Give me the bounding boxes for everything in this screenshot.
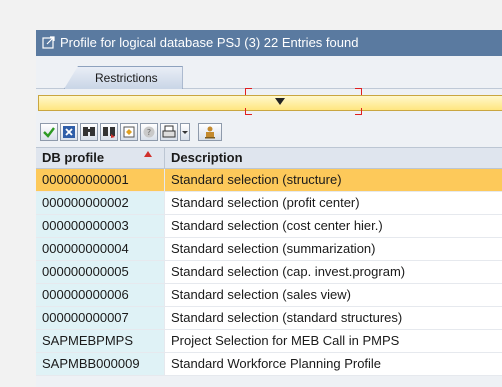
column-header-label: DB profile [42,150,105,165]
focus-corner-bottom-right [355,108,362,115]
find-icon[interactable] [80,123,98,141]
db-profile-cell: 000000000002 [36,192,164,214]
table-header: DB profile Description [36,147,502,169]
column-header-label: Description [171,150,243,165]
personal-list-icon[interactable] [198,123,222,141]
svg-text:?: ? [147,128,151,137]
column-header-db-profile[interactable]: DB profile [36,148,164,168]
db-profile-cell: 000000000007 [36,307,164,329]
expand-caret-icon[interactable] [275,98,285,105]
description-cell: Standard selection (profit center) [164,192,502,214]
description-cell: Standard selection (standard structures) [164,307,502,329]
table-row[interactable]: 000000000001 Standard selection (structu… [36,169,502,192]
checkmark-icon[interactable] [40,123,58,141]
table-row[interactable]: 000000000007 Standard selection (standar… [36,307,502,330]
window-icon [42,36,56,50]
select-all-icon[interactable] [120,123,138,141]
description-cell: Standard selection (structure) [164,169,502,191]
dialog-title-bar[interactable]: Profile for logical database PSJ (3) 22 … [36,30,502,56]
table-row[interactable]: 000000000003 Standard selection (cost ce… [36,215,502,238]
description-cell: Standard selection (cap. invest.program) [164,261,502,283]
description-cell: Standard selection (cost center hier.) [164,215,502,237]
description-cell: Standard Workforce Planning Profile [164,353,502,375]
db-profile-cell: 000000000003 [36,215,164,237]
table-row[interactable]: SAPMEBPMPS Project Selection for MEB Cal… [36,330,502,353]
db-profile-cell: SAPMEBPMPS [36,330,164,352]
db-profile-cell: SAPMBB000009 [36,353,164,375]
table-row[interactable]: SAPMBB000009 Standard Workforce Planning… [36,353,502,376]
column-header-description[interactable]: Description [164,148,502,168]
db-profile-cell: 000000000001 [36,169,164,191]
focus-corner-bottom-left [245,108,252,115]
db-profile-cell: 000000000005 [36,261,164,283]
dialog-title: Profile for logical database PSJ (3) 22 … [60,35,359,50]
table-row[interactable]: 000000000005 Standard selection (cap. in… [36,261,502,284]
sort-ascending-icon [144,151,152,157]
toolbar: ? [36,121,502,143]
close-x-icon[interactable] [60,123,78,141]
description-cell: Standard selection (summarization) [164,238,502,260]
restrictions-toggle-bar[interactable] [38,88,502,115]
print-icon[interactable] [160,123,178,141]
find-next-icon[interactable] [100,123,118,141]
db-profile-cell: 000000000004 [36,238,164,260]
table-row[interactable]: 000000000002 Standard selection (profit … [36,192,502,215]
info-icon[interactable]: ? [140,123,158,141]
focus-corner-top-left [245,88,252,95]
tab-restrictions[interactable]: Restrictions [64,66,183,89]
table-row[interactable]: 000000000004 Standard selection (summari… [36,238,502,261]
db-profile-cell: 000000000006 [36,284,164,306]
value-help-dialog: Profile for logical database PSJ (3) 22 … [36,30,502,387]
print-dropdown-icon[interactable] [180,123,190,141]
focus-corner-top-right [355,88,362,95]
table-row[interactable]: 000000000006 Standard selection (sales v… [36,284,502,307]
description-cell: Standard selection (sales view) [164,284,502,306]
results-table: DB profile Description 000000000001 Stan… [36,147,502,376]
description-cell: Project Selection for MEB Call in PMPS [164,330,502,352]
tab-strip: Restrictions [36,56,502,89]
